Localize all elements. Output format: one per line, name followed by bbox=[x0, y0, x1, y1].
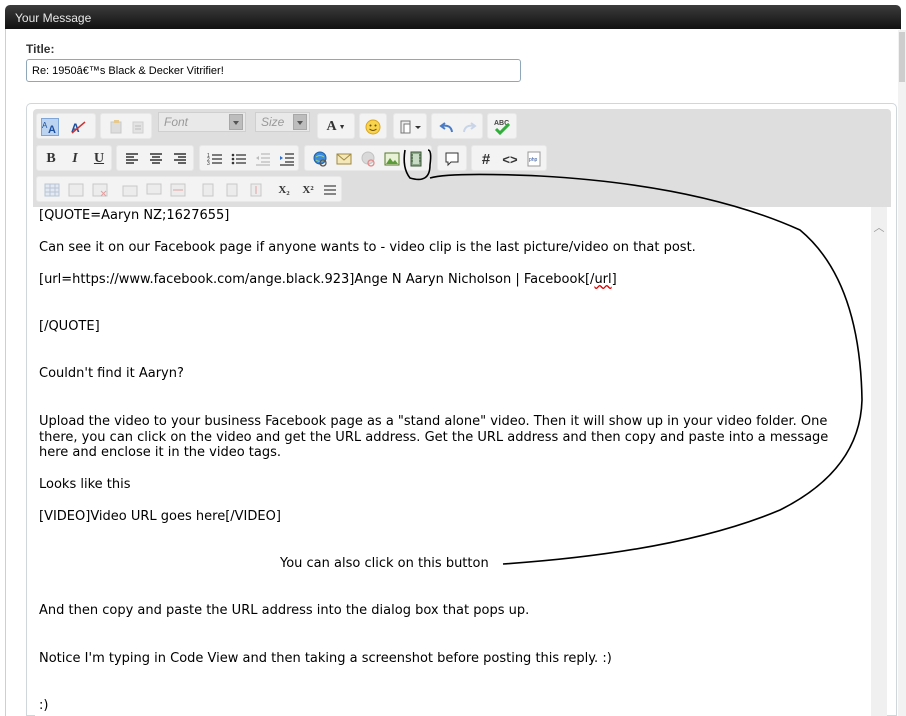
hash-icon[interactable]: # bbox=[477, 150, 495, 168]
size-select-placeholder: Size bbox=[261, 115, 285, 129]
text-line-button-hint: You can also click on this button bbox=[280, 556, 489, 571]
bold-button[interactable]: B bbox=[42, 150, 60, 168]
spellcheck-icon: ABC bbox=[493, 118, 511, 136]
quote-button[interactable] bbox=[437, 145, 467, 171]
italic-button[interactable]: I bbox=[66, 150, 84, 168]
misspelled-word: url bbox=[594, 272, 612, 287]
header-title: Your Message bbox=[15, 11, 92, 25]
message-panel-header: Your Message bbox=[5, 5, 901, 29]
quote-icon bbox=[443, 150, 461, 168]
text-line-question: Couldn't find it Aaryn? bbox=[39, 366, 184, 381]
scroll-up-icon[interactable]: ︿ bbox=[871, 220, 887, 236]
clipboard-button[interactable] bbox=[393, 113, 427, 139]
svg-text:3: 3 bbox=[207, 161, 210, 166]
text-line-url: [url=https://www.facebook.com/ange.black… bbox=[39, 272, 617, 287]
align-center-icon[interactable] bbox=[147, 150, 165, 168]
remove-format-icon[interactable]: A bbox=[69, 118, 87, 136]
font-size-select[interactable]: Size bbox=[255, 112, 310, 132]
editor-toolbar: AA A Font Size A ▼ ABC B I U 1 2 3 # <> … bbox=[33, 109, 891, 207]
text-line-smiley: :) bbox=[39, 698, 49, 713]
text-line-instructions-2: there, you can click on the video and ge… bbox=[39, 430, 829, 445]
insert-col-before-icon[interactable] bbox=[199, 181, 217, 199]
text-line-instructions-3: here and enclose it in the video tags. bbox=[39, 445, 282, 460]
svg-text:A: A bbox=[48, 124, 56, 134]
toolbar-group-history bbox=[431, 113, 483, 139]
unlink-icon[interactable] bbox=[359, 150, 377, 168]
toolbar-group-insert bbox=[304, 145, 432, 171]
chevron-down-icon bbox=[293, 114, 307, 130]
font-color-icon: A ▼ bbox=[326, 119, 346, 134]
delete-row-icon[interactable] bbox=[169, 181, 187, 199]
unordered-list-icon[interactable] bbox=[230, 150, 248, 168]
horizontal-rule-icon[interactable] bbox=[321, 181, 339, 199]
image-icon[interactable] bbox=[383, 150, 401, 168]
text-line-quote-open: [QUOTE=Aaryn NZ;1627655] bbox=[39, 208, 230, 223]
outdent-icon[interactable] bbox=[254, 150, 272, 168]
toolbar-group-lists: 123 bbox=[199, 145, 299, 171]
smiley-icon bbox=[364, 118, 382, 136]
redo-icon[interactable] bbox=[460, 118, 478, 136]
video-icon[interactable] bbox=[407, 150, 425, 168]
code-icon[interactable]: <> bbox=[501, 150, 519, 168]
php-icon[interactable]: php bbox=[525, 150, 543, 168]
link-icon[interactable] bbox=[311, 150, 329, 168]
paste-icon[interactable] bbox=[107, 118, 125, 136]
delete-col-icon[interactable] bbox=[247, 181, 265, 199]
subscript-icon[interactable]: X₂ bbox=[275, 181, 293, 199]
text-line-looks-like: Looks like this bbox=[39, 477, 131, 492]
toolbar-group-paste bbox=[100, 113, 152, 139]
svg-text:php: php bbox=[529, 157, 538, 163]
title-input[interactable] bbox=[26, 59, 521, 82]
align-left-icon[interactable] bbox=[123, 150, 141, 168]
editor-text-area[interactable]: [QUOTE=Aaryn NZ;1627655] Can see it on o… bbox=[35, 207, 871, 716]
font-color-button[interactable]: A ▼ bbox=[317, 113, 355, 139]
clipboard-icon bbox=[398, 118, 424, 136]
insert-row-before-icon[interactable] bbox=[121, 181, 139, 199]
undo-icon[interactable] bbox=[438, 118, 456, 136]
toolbar-group-text-style: B I U bbox=[36, 145, 112, 171]
underline-button[interactable]: U bbox=[90, 150, 108, 168]
smiley-button[interactable] bbox=[359, 113, 387, 139]
indent-icon[interactable] bbox=[278, 150, 296, 168]
text-line-notice: Notice I'm typing in Code View and then … bbox=[39, 651, 612, 666]
table-props-icon[interactable] bbox=[67, 181, 85, 199]
text-line-video-tag: [VIDEO]Video URL goes here[/VIDEO] bbox=[39, 509, 281, 524]
paste-text-icon[interactable] bbox=[129, 118, 147, 136]
text-line-quoted: Can see it on our Facebook page if anyon… bbox=[39, 240, 696, 255]
text-line-quote-close: [/QUOTE] bbox=[39, 319, 100, 334]
font-select-placeholder: Font bbox=[164, 115, 189, 129]
title-label: Title: bbox=[26, 42, 55, 56]
delete-table-icon[interactable] bbox=[91, 181, 109, 199]
font-family-select[interactable]: Font bbox=[158, 112, 246, 132]
ordered-list-icon[interactable]: 123 bbox=[206, 150, 224, 168]
chevron-down-icon bbox=[229, 114, 243, 130]
insert-row-after-icon[interactable] bbox=[145, 181, 163, 199]
align-right-icon[interactable] bbox=[171, 150, 189, 168]
toolbar-group-align bbox=[116, 145, 194, 171]
text-line-copy-paste: And then copy and paste the URL address … bbox=[39, 603, 530, 618]
page-scrollbar[interactable] bbox=[898, 30, 906, 716]
spellcheck-button[interactable]: ABC bbox=[487, 113, 517, 139]
email-icon[interactable] bbox=[335, 150, 353, 168]
text-line-instructions-1: Upload the video to your business Facebo… bbox=[39, 414, 828, 429]
table-icon[interactable] bbox=[43, 181, 61, 199]
editor-scrollbar[interactable] bbox=[871, 207, 887, 716]
superscript-icon[interactable]: X² bbox=[299, 181, 317, 199]
toolbar-group-format: AA A bbox=[36, 113, 96, 139]
insert-col-after-icon[interactable] bbox=[223, 181, 241, 199]
page-scrollbar-thumb[interactable] bbox=[899, 32, 905, 82]
source-view-icon[interactable]: AA bbox=[41, 118, 59, 136]
toolbar-group-code: # <> php bbox=[471, 145, 547, 171]
toolbar-group-table: X₂ X² bbox=[36, 176, 342, 202]
